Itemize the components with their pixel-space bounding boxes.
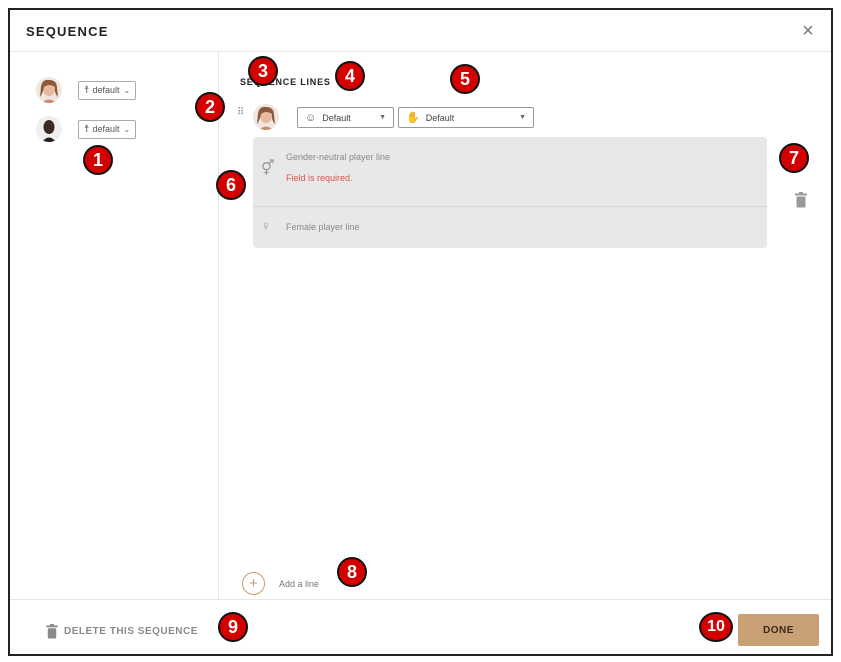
callout-badge: 1 xyxy=(83,145,113,175)
callout-badge: 5 xyxy=(450,64,480,94)
avatar[interactable] xyxy=(36,77,62,103)
line-row-gender-neutral[interactable]: ⚥ Gender-neutral player line Field is re… xyxy=(253,137,767,207)
chevron-down-icon: ⌄ xyxy=(123,124,131,134)
pose-label: default xyxy=(92,124,120,134)
caret-down-icon: ▼ xyxy=(379,114,386,121)
avatar[interactable] xyxy=(36,116,62,142)
callout-badge: 10 xyxy=(699,612,733,642)
line-input-placeholder[interactable]: Female player line xyxy=(286,222,360,232)
line-input-placeholder[interactable]: Gender-neutral player line xyxy=(286,152,390,162)
callout-badge: 7 xyxy=(779,143,809,173)
add-line-button[interactable]: + Add a line xyxy=(242,572,319,595)
hand-icon: ✋ xyxy=(406,112,420,124)
actors-pane: ☨ default ⌄ ☨ default ⌄ xyxy=(10,52,219,599)
dialog-title: SEQUENCE xyxy=(26,24,109,39)
callout-badge: 9 xyxy=(218,612,248,642)
emote-select[interactable]: ☺ Default ▼ xyxy=(297,107,394,128)
speaker-avatar[interactable] xyxy=(253,104,279,130)
sequence-pane: SEQUENCE LINES ⠿ ☺ Default ▼ ✋ Default ▼… xyxy=(220,52,831,599)
trash-icon[interactable] xyxy=(795,192,807,208)
actor-pose-select[interactable]: ☨ default ⌄ xyxy=(78,80,137,100)
actor-row: ☨ default ⌄ xyxy=(36,77,137,103)
callout-badge: 3 xyxy=(248,56,278,86)
emote-label: Default xyxy=(322,112,351,123)
pose-label: default xyxy=(92,85,120,95)
line-error-text: Field is required. xyxy=(286,173,353,183)
drag-handle-icon[interactable]: ⠿ xyxy=(237,108,244,118)
actor-row: ☨ default ⌄ xyxy=(36,116,137,142)
gender-neutral-icon: ⚥ xyxy=(261,160,275,177)
chevron-down-icon: ⌄ xyxy=(123,85,131,95)
gesture-select[interactable]: ✋ Default ▼ xyxy=(398,107,534,128)
callout-badge: 6 xyxy=(216,170,246,200)
person-icon: ☨ xyxy=(84,123,90,135)
add-line-label: Add a line xyxy=(279,578,320,589)
trash-icon xyxy=(46,624,58,639)
callout-badge: 8 xyxy=(337,557,367,587)
gesture-label: Default xyxy=(425,112,455,123)
delete-sequence-button[interactable]: DELETE THIS SEQUENCE xyxy=(46,624,198,639)
actor-pose-select[interactable]: ☨ default ⌄ xyxy=(78,119,137,139)
sequence-lines-box: ⚥ Gender-neutral player line Field is re… xyxy=(253,137,767,248)
person-icon: ☨ xyxy=(84,84,90,96)
dialog-header: SEQUENCE × xyxy=(10,10,831,52)
done-button[interactable]: DONE xyxy=(738,614,819,646)
callout-badge: 4 xyxy=(335,61,365,91)
plus-icon: + xyxy=(242,572,265,595)
line-row-female[interactable]: ♀ Female player line xyxy=(253,207,767,248)
caret-down-icon: ▼ xyxy=(519,114,526,121)
delete-sequence-label: DELETE THIS SEQUENCE xyxy=(64,626,198,637)
smiley-icon: ☺ xyxy=(305,111,317,124)
female-icon: ♀ xyxy=(261,218,271,233)
sequence-dialog: SEQUENCE × ☨ default ⌄ ☨ default ⌄ SEQUE… xyxy=(8,8,833,656)
close-icon[interactable]: × xyxy=(797,20,819,42)
callout-badge: 2 xyxy=(195,92,225,122)
